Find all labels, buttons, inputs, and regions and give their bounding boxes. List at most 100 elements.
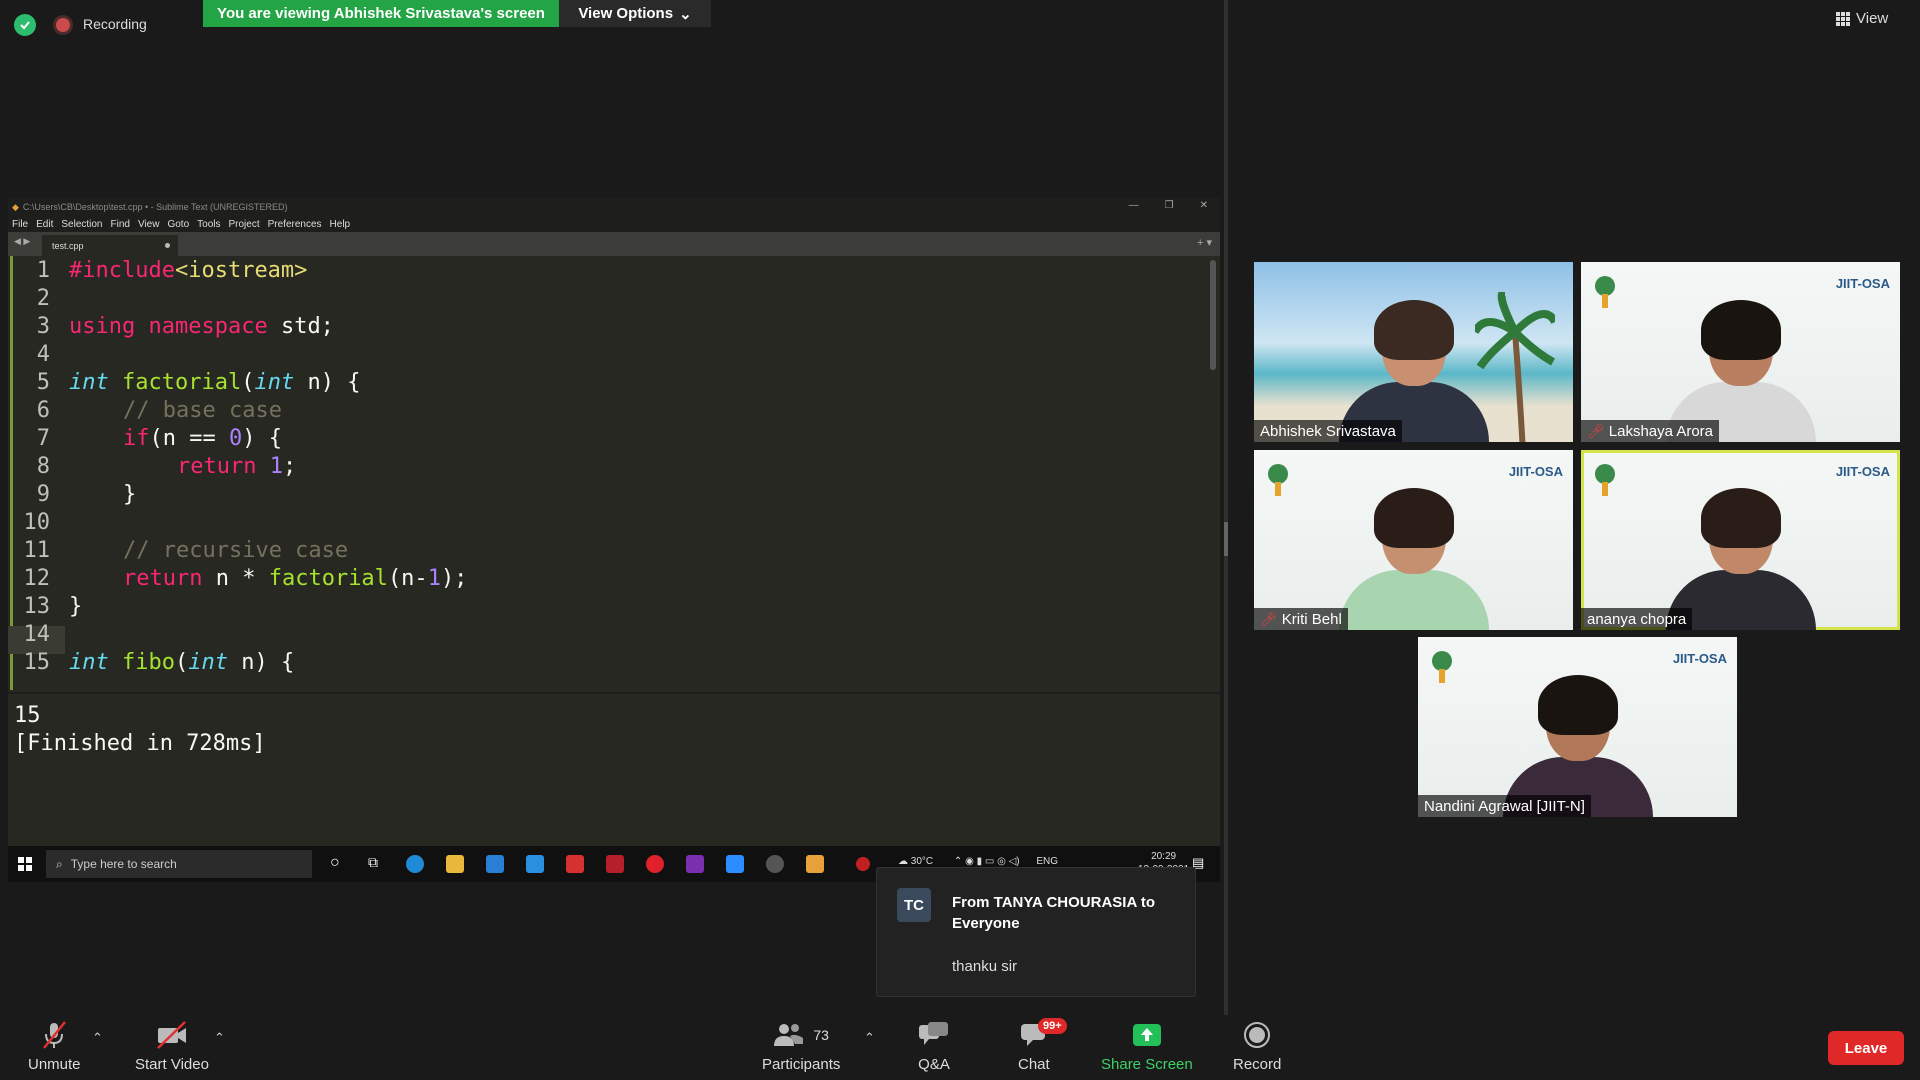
unmute-button[interactable]: Unmute: [28, 1020, 81, 1073]
leave-button[interactable]: Leave: [1828, 1031, 1904, 1065]
grid-icon: [1836, 11, 1850, 26]
audio-options-caret-icon[interactable]: ⌃: [92, 1030, 103, 1046]
sublime-icon: ◆: [12, 201, 19, 212]
participants-caret-icon[interactable]: ⌃: [864, 1030, 875, 1046]
onenote-icon[interactable]: [686, 855, 704, 873]
line-number: 4: [36, 342, 50, 367]
minimize-icon[interactable]: —: [1129, 200, 1139, 211]
maximize-icon[interactable]: ❐: [1165, 200, 1174, 211]
taskbar-search-placeholder: Type here to search: [70, 857, 177, 871]
menu-view[interactable]: View: [138, 219, 160, 230]
code-editor[interactable]: 1 2 3 4 5 6 7 8 9 10 11 12 13 14 15 #inc…: [8, 256, 1212, 690]
zoom-icon[interactable]: [726, 855, 744, 873]
weather-icon: ☁: [898, 856, 908, 867]
unmute-label: Unmute: [28, 1056, 81, 1073]
opera-icon[interactable]: [646, 855, 664, 873]
participant-name-tag: 🎤︎ Kriti Behl: [1254, 608, 1348, 630]
mcafee-icon[interactable]: [606, 855, 624, 873]
participant-name-tag: ananya chopra: [1581, 608, 1693, 630]
tray-icons[interactable]: ⌃ ◉ ▮ ▭ ◎ ◁): [954, 856, 1020, 867]
jiit-logo: [1268, 464, 1288, 496]
line-number: 12: [23, 566, 51, 591]
security-shield-icon[interactable]: [14, 14, 36, 36]
line-number: 5: [36, 370, 50, 395]
line-number: 1: [36, 258, 50, 283]
view-button[interactable]: View: [1836, 10, 1888, 27]
record-button[interactable]: Record: [1233, 1020, 1281, 1073]
menu-project[interactable]: Project: [229, 219, 260, 230]
jiit-logo: [1595, 276, 1615, 308]
chat-message: thanku sir: [952, 958, 1018, 975]
system-tray: ☁ 30°C ⌃ ◉ ▮ ▭ ◎ ◁) ENG: [898, 856, 1058, 867]
participants-button[interactable]: 73 Participants: [762, 1020, 840, 1073]
menu-preferences[interactable]: Preferences: [268, 219, 322, 230]
close-icon[interactable]: ✕: [1200, 200, 1208, 211]
shared-screen: ◆ C:\Users\CB\Desktop\test.cpp • - Subli…: [8, 198, 1220, 882]
editor-scrollbar[interactable]: [1210, 260, 1216, 370]
menu-find[interactable]: Find: [111, 219, 130, 230]
cortana-icon[interactable]: ○: [330, 854, 340, 872]
chevron-down-icon: ⌄: [679, 5, 692, 23]
code-line: // base case: [123, 398, 282, 423]
participant-name-tag: Nandini Agrawal [JIIT-N]: [1418, 795, 1591, 817]
video-options-caret-icon[interactable]: ⌃: [214, 1030, 225, 1046]
file-explorer-icon[interactable]: [446, 855, 464, 873]
mail-icon[interactable]: [486, 855, 504, 873]
video-tile[interactable]: JIIT-OSA 🎤︎ Lakshaya Arora: [1581, 262, 1900, 442]
menu-goto[interactable]: Goto: [167, 219, 189, 230]
chat-notification[interactable]: TC From TANYA CHOURASIA to Everyone than…: [876, 867, 1196, 997]
unsaved-dot-icon: [165, 243, 170, 248]
line-number: 15: [23, 650, 51, 675]
panel-divider[interactable]: [1224, 0, 1228, 1015]
build-output-panel: 15 [Finished in 728ms]: [8, 692, 1220, 844]
jiit-osa-logo-text: JIIT-OSA: [1835, 276, 1890, 291]
panel-resize-handle[interactable]: [1224, 522, 1228, 556]
editor-titlebar: ◆ C:\Users\CB\Desktop\test.cpp • - Subli…: [8, 198, 1220, 216]
video-tile[interactable]: JIIT-OSA 🎤︎ Kriti Behl: [1254, 450, 1573, 630]
menu-selection[interactable]: Selection: [61, 219, 102, 230]
line-number: 8: [36, 454, 50, 479]
sublime-taskbar-icon[interactable]: [806, 855, 824, 873]
participant-video: [1338, 488, 1489, 630]
participants-label: Participants: [762, 1056, 841, 1073]
edge-icon[interactable]: [406, 855, 424, 873]
tab-nav-arrows-icon[interactable]: ◀ ▶: [14, 236, 30, 247]
viewing-screen-banner: You are viewing Abhishek Srivastava's sc…: [203, 0, 559, 27]
participants-icon: [774, 1024, 804, 1046]
line-number: 9: [36, 482, 50, 507]
view-options-button[interactable]: View Options ⌄: [559, 0, 711, 27]
tab-label: test.cpp: [52, 240, 84, 251]
time: 20:29: [1151, 851, 1177, 862]
video-tile[interactable]: Abhishek Srivastava: [1254, 262, 1573, 442]
menu-file[interactable]: File: [12, 219, 28, 230]
start-video-button[interactable]: Start Video: [135, 1020, 209, 1073]
tab-test-cpp[interactable]: test.cpp: [42, 235, 178, 256]
share-screen-icon: [1132, 1020, 1162, 1050]
menu-help[interactable]: Help: [330, 219, 351, 230]
menu-edit[interactable]: Edit: [36, 219, 53, 230]
code-line: if(n == 0) {: [123, 426, 282, 451]
language[interactable]: ENG: [1036, 856, 1058, 867]
app-l-icon[interactable]: [526, 855, 544, 873]
jiit-osa-logo-text: JIIT-OSA: [1508, 464, 1563, 479]
windows-start-icon[interactable]: [18, 857, 32, 871]
chrome-icon[interactable]: [766, 855, 784, 873]
task-view-icon[interactable]: ⧉: [368, 854, 378, 871]
qa-button[interactable]: Q&A: [918, 1020, 950, 1073]
line-number: 7: [36, 426, 50, 451]
recording-icon: [56, 18, 70, 32]
mic-muted-icon: 🎤︎: [1587, 422, 1605, 439]
video-tile-active-speaker[interactable]: JIIT-OSA ananya chopra: [1581, 450, 1900, 630]
tab-add-icon[interactable]: + ▾: [1197, 236, 1212, 249]
app-red-icon[interactable]: [566, 855, 584, 873]
menu-tools[interactable]: Tools: [197, 219, 220, 230]
avatar: TC: [897, 888, 931, 922]
share-screen-button[interactable]: Share Screen: [1101, 1020, 1193, 1073]
view-options-label: View Options: [578, 5, 674, 22]
recording-tray-icon[interactable]: [856, 857, 870, 871]
code-line: #include<iostream>: [69, 258, 308, 283]
video-tile[interactable]: JIIT-OSA Nandini Agrawal [JIIT-N]: [1418, 637, 1737, 817]
chat-sender: From TANYA CHOURASIA to Everyone: [952, 894, 1156, 932]
chat-label: Chat: [1018, 1056, 1050, 1073]
taskbar-search[interactable]: ⌕ Type here to search: [46, 850, 312, 878]
